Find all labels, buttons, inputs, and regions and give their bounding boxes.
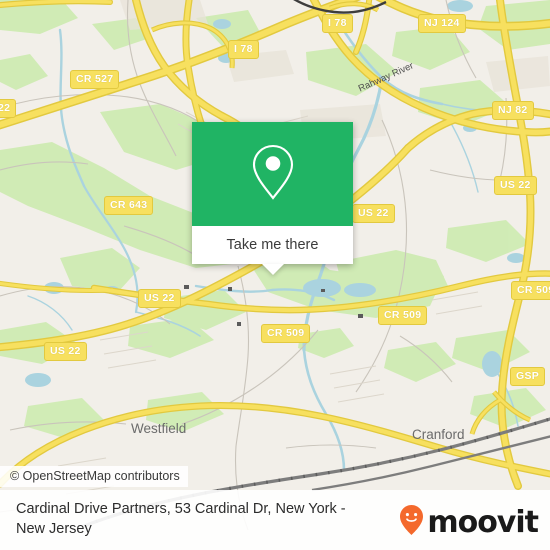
location-popup-card[interactable]: Take me there [192,122,353,275]
road-shield: I 78 [322,14,353,33]
take-me-there-button[interactable]: Take me there [192,226,353,275]
road-shield: 22 [0,99,17,118]
road-shield: I 78 [228,40,259,59]
road-shield: CR 509 [511,281,550,300]
moovit-smiling-pin-icon [399,504,424,541]
road-shield: US 22 [494,176,537,195]
road-shield: US 22 [138,289,181,308]
take-me-there-label: Take me there [226,237,319,253]
road-shield: CR 509 [261,324,311,343]
footer-bar: Cardinal Drive Partners, 53 Cardinal Dr,… [0,490,550,550]
popup-image-area [192,122,353,226]
map-attribution[interactable]: © OpenStreetMap contributors [0,466,188,487]
road-shield: NJ 82 [492,101,534,120]
location-title: Cardinal Drive Partners, 53 Cardinal Dr,… [16,501,346,537]
map-pin-icon [249,142,297,207]
moovit-wordmark: moovit [427,504,539,540]
moovit-brand[interactable]: moovit [399,504,539,541]
road-shield: US 22 [44,342,87,361]
popup-tail-pointer [261,264,284,275]
road-shield: GSP [510,367,546,386]
place-label-cranford: Cranford [412,427,465,442]
road-shield: CR 527 [70,70,120,89]
road-shield: NJ 124 [418,14,466,33]
road-shield: CR 509 [378,306,428,325]
map-screenshot: I 78 NJ 124 I 78 CR 527 22 NJ 82 US 22 C… [0,0,550,550]
road-shield: US 22 [352,204,395,223]
place-label-westfield: Westfield [131,421,187,436]
road-shield: CR 643 [104,196,154,215]
